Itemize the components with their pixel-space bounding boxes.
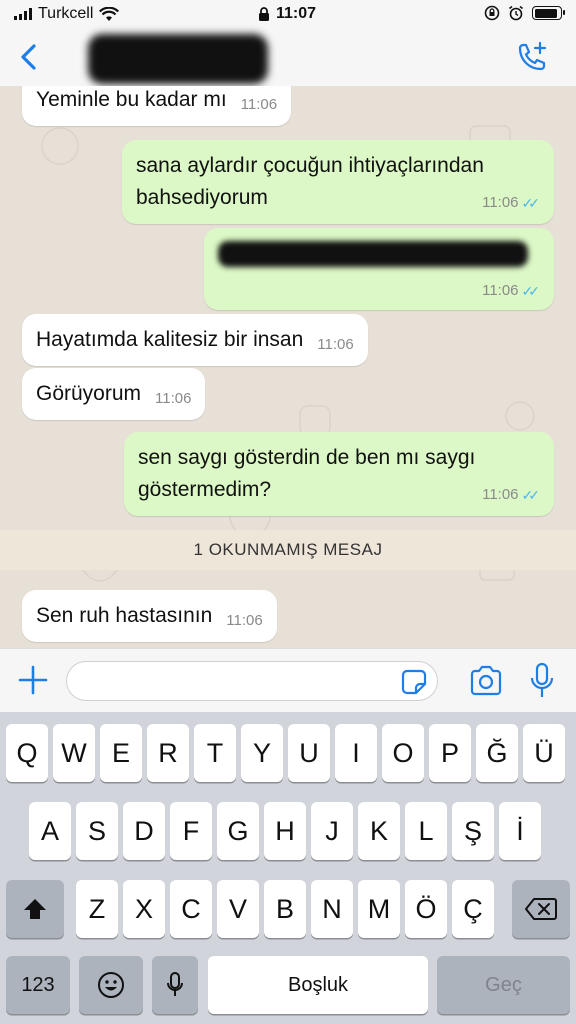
chevron-left-icon[interactable] <box>12 40 46 74</box>
chat-header: contact <box>0 30 576 86</box>
key[interactable]: Z <box>76 880 118 938</box>
message-bubble-outgoing[interactable]: sen saygı gösterdin de ben mı saygı göst… <box>124 432 554 516</box>
message-input-bar <box>0 648 576 712</box>
dictation-key[interactable] <box>152 956 198 1014</box>
message-meta: 11:06 <box>226 612 262 630</box>
message-time: 11:06 <box>317 336 354 353</box>
key[interactable]: Ç <box>452 880 494 938</box>
key[interactable]: X <box>123 880 165 938</box>
key[interactable]: Ö <box>405 880 447 938</box>
read-receipt-icon: ✓✓ <box>521 283 541 299</box>
message-time: 11:06 <box>226 612 263 629</box>
plus-icon[interactable] <box>16 663 50 697</box>
message-bubble-incoming[interactable]: Görüyorum 11:06 <box>22 368 206 420</box>
message-text: sana aylardır çocuğun ihtiyaçlarından ba… <box>136 154 484 209</box>
key[interactable]: W <box>53 724 95 782</box>
emoji-icon <box>98 972 124 998</box>
key[interactable]: J <box>311 802 353 860</box>
key[interactable]: H <box>264 802 306 860</box>
key[interactable]: L <box>405 802 447 860</box>
message-bubble-outgoing[interactable]: 11:06 ✓✓ <box>204 228 554 310</box>
space-key[interactable]: Boşluk <box>208 956 428 1014</box>
key[interactable]: B <box>264 880 306 938</box>
message-time: 11:06 <box>155 390 192 407</box>
key[interactable]: D <box>123 802 165 860</box>
key[interactable]: U <box>288 724 330 782</box>
status-time: 11:07 <box>276 5 317 22</box>
numbers-key[interactable]: 123 <box>6 956 70 1014</box>
message-bubble-incoming[interactable]: Sen ruh hastasının 11:06 <box>22 590 277 642</box>
lock-icon <box>259 6 269 21</box>
message-bubble-incoming[interactable]: Yeminle bu kadar mı 11:06 <box>22 86 292 126</box>
carrier-name: Turkcell <box>38 5 94 22</box>
message-text: Görüyorum <box>36 382 142 405</box>
chat-area[interactable]: Yeminle bu kadar mı 11:06 sana aylardır … <box>0 86 576 648</box>
key[interactable]: Ğ <box>476 724 518 782</box>
key[interactable]: F <box>170 802 212 860</box>
shift-icon <box>24 899 46 919</box>
wifi-icon <box>99 6 120 21</box>
key[interactable]: K <box>358 802 400 860</box>
redacted-message-text <box>218 241 528 268</box>
camera-icon[interactable] <box>468 665 504 697</box>
backspace-key[interactable] <box>512 880 570 938</box>
status-time-group: 11:07 <box>258 5 316 23</box>
message-time: 11:06 <box>482 194 519 211</box>
add-call-icon[interactable] <box>514 40 550 76</box>
key[interactable]: Ş <box>452 802 494 860</box>
carrier-info: Turkcell <box>14 5 120 23</box>
message-text: sen saygı gösterdin de ben mı saygı göst… <box>138 446 476 501</box>
alarm-icon <box>509 5 523 21</box>
key[interactable]: M <box>358 880 400 938</box>
key[interactable]: E <box>100 724 142 782</box>
message-time: 11:06 <box>240 96 278 113</box>
key[interactable]: P <box>429 724 471 782</box>
key[interactable]: I <box>335 724 377 782</box>
key[interactable]: O <box>382 724 424 782</box>
read-receipt-icon: ✓✓ <box>521 195 541 211</box>
message-meta: 11:06 <box>241 96 277 114</box>
status-indicators <box>484 5 565 21</box>
key[interactable]: A <box>29 802 71 860</box>
key[interactable]: R <box>147 724 189 782</box>
key[interactable]: Ü <box>523 724 565 782</box>
key[interactable]: S <box>76 802 118 860</box>
message-text: Yeminle bu kadar mı <box>36 88 227 111</box>
message-meta: 11:06 <box>155 390 191 408</box>
key[interactable]: C <box>170 880 212 938</box>
return-key[interactable]: Geç <box>437 956 570 1014</box>
key[interactable]: T <box>194 724 236 782</box>
orientation-lock-icon <box>484 5 500 21</box>
sticker-icon[interactable] <box>401 669 427 695</box>
message-meta: 11:06 <box>317 336 353 354</box>
message-bubble-incoming[interactable]: Hayatımda kalitesiz bir insan 11:06 <box>22 314 368 366</box>
status-bar: Turkcell 11:07 <box>0 0 576 30</box>
battery-icon <box>532 6 565 20</box>
signal-icon <box>14 8 32 20</box>
message-input[interactable] <box>66 661 438 701</box>
backspace-icon <box>525 898 557 920</box>
message-meta: 11:06 ✓✓ <box>482 282 540 300</box>
microphone-icon <box>167 972 183 996</box>
message-bubble-outgoing[interactable]: sana aylardır çocuğun ihtiyaçlarından ba… <box>122 140 554 224</box>
message-text: Hayatımda kalitesiz bir insan <box>36 328 304 351</box>
microphone-icon[interactable] <box>528 661 556 701</box>
emoji-key[interactable] <box>79 956 143 1014</box>
key[interactable]: N <box>311 880 353 938</box>
unread-messages-banner: 1 OKUNMAMIŞ MESAJ <box>0 530 576 570</box>
message-time: 11:06 <box>482 282 519 299</box>
contact-name[interactable]: contact <box>88 34 268 84</box>
key[interactable]: G <box>217 802 259 860</box>
message-time: 11:06 <box>482 486 519 503</box>
shift-key[interactable] <box>6 880 64 938</box>
key[interactable]: Q <box>6 724 48 782</box>
key[interactable]: V <box>217 880 259 938</box>
read-receipt-icon: ✓✓ <box>521 487 541 503</box>
key[interactable]: İ <box>499 802 541 860</box>
keyboard: Q W E R T Y U I O P Ğ Ü A S D F G H J K … <box>0 712 576 1024</box>
key[interactable]: Y <box>241 724 283 782</box>
message-meta: 11:06 ✓✓ <box>482 486 540 504</box>
message-text: Sen ruh hastasının <box>36 604 213 627</box>
message-meta: 11:06 ✓✓ <box>482 194 540 212</box>
